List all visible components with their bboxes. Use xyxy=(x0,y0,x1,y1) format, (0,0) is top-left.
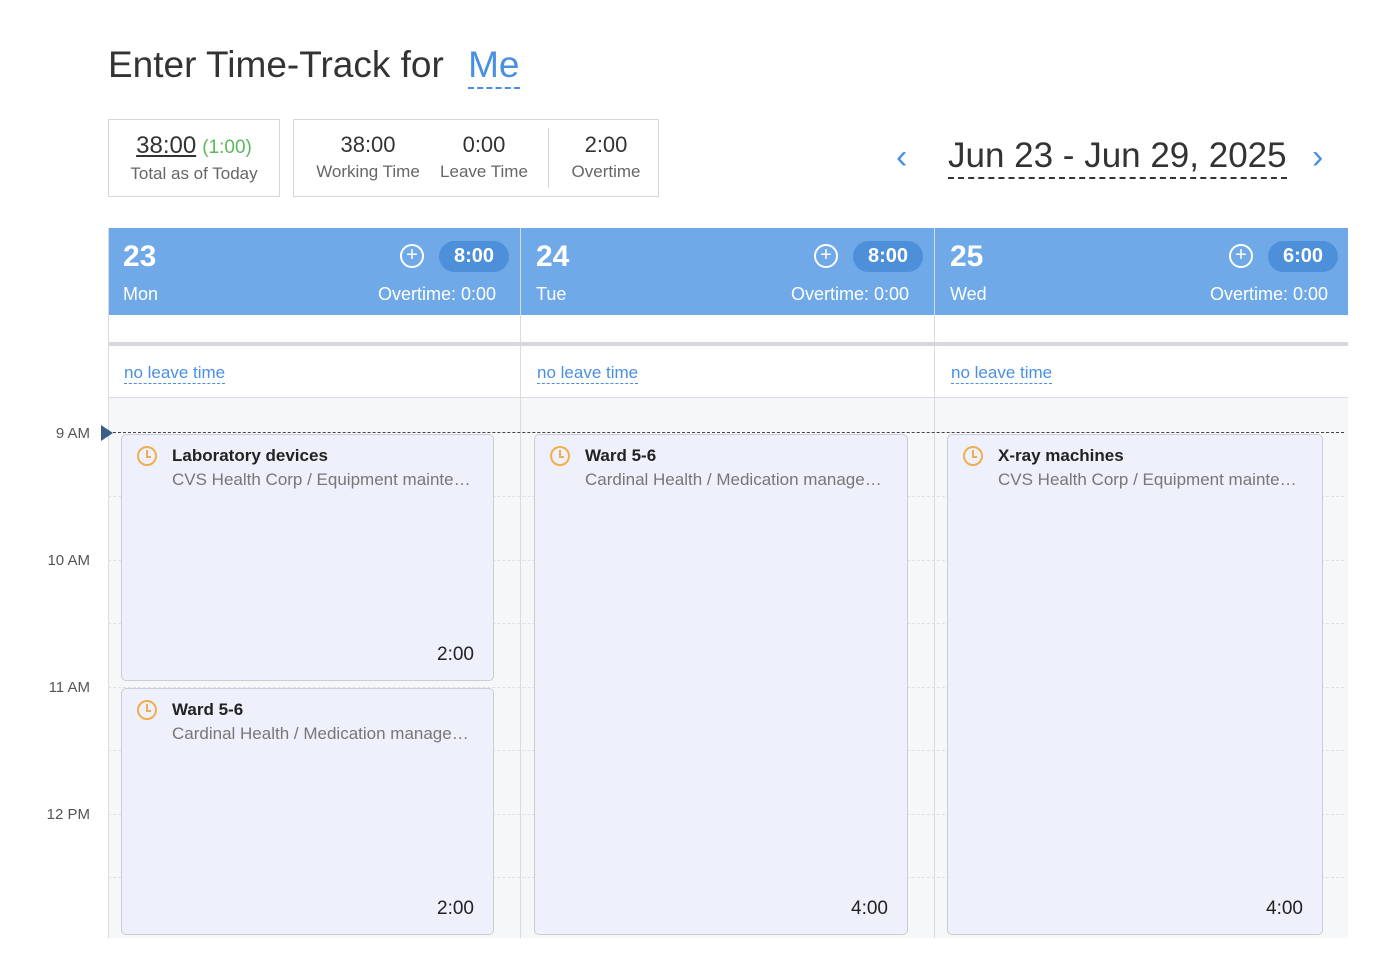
day-header: 23 Mon + 8:00 Overtime: 0:00 xyxy=(108,228,521,315)
leave-time-value: 0:00 xyxy=(462,132,506,157)
day-hours-badge: 8:00 xyxy=(853,241,923,272)
leave-time-stat: 0:00 Leave Time xyxy=(434,132,534,182)
time-entry-card[interactable]: Ward 5-6 Cardinal Health / Medication ma… xyxy=(534,434,908,935)
entry-subtitle: CVS Health Corp / Equipment maintenance xyxy=(998,470,1302,489)
day-hours-badge: 8:00 xyxy=(439,241,509,272)
entry-subtitle: Cardinal Health / Medication management xyxy=(172,724,473,743)
time-entry-card[interactable]: Laboratory devices CVS Health Corp / Equ… xyxy=(121,434,494,681)
entry-title: Ward 5-6 xyxy=(172,700,244,719)
total-hours-link[interactable]: 38:00 xyxy=(136,132,196,159)
leave-row: no leave time xyxy=(935,346,1348,398)
leave-row: no leave time xyxy=(108,346,521,398)
column-separator xyxy=(108,228,109,938)
day-header: 24 Tue + 8:00 Overtime: 0:00 xyxy=(521,228,934,315)
hour-label: 9 AM xyxy=(55,425,90,442)
no-leave-time-link[interactable]: no leave time xyxy=(951,363,1053,384)
date-range-picker[interactable]: Jun 23 - Jun 29, 2025 xyxy=(948,136,1287,179)
column-separator xyxy=(520,228,521,938)
entry-duration: 4:00 xyxy=(1266,898,1303,919)
hour-label: 11 AM xyxy=(48,679,90,696)
no-leave-time-link[interactable]: no leave time xyxy=(537,363,639,384)
all-day-row xyxy=(935,315,1348,343)
overtime-stat: 2:00 Overtime xyxy=(556,132,656,182)
chevron-right-icon[interactable]: › xyxy=(1312,140,1323,174)
time-entry-card[interactable]: X-ray machines CVS Health Corp / Equipme… xyxy=(947,434,1323,935)
add-entry-icon[interactable]: + xyxy=(814,244,838,268)
working-time-stat: 38:00 Working Time xyxy=(312,132,424,182)
entry-duration: 4:00 xyxy=(851,898,888,919)
day-overtime: Overtime: 0:00 xyxy=(790,284,909,304)
entry-duration: 2:00 xyxy=(437,644,474,665)
column-separator xyxy=(934,228,935,938)
entry-title: Laboratory devices xyxy=(172,446,328,465)
day-name: Mon xyxy=(123,284,159,304)
day-name: Tue xyxy=(536,284,567,304)
time-summary: 38:00 Working Time 0:00 Leave Time 2:00 … xyxy=(293,119,659,197)
hour-label: 12 PM xyxy=(46,806,90,823)
total-label: Total as of Today xyxy=(130,164,258,183)
no-leave-time-link[interactable]: no leave time xyxy=(124,363,226,384)
time-entry-card[interactable]: Ward 5-6 Cardinal Health / Medication ma… xyxy=(121,688,494,935)
total-diff: (1:00) xyxy=(202,137,252,158)
page-title: Enter Time-Track for Me xyxy=(108,44,520,89)
working-time-value: 38:00 xyxy=(340,132,396,157)
clock-icon xyxy=(137,700,157,720)
title-prefix: Enter Time-Track for xyxy=(108,44,444,85)
day-number: 23 xyxy=(123,240,157,273)
day-name: Wed xyxy=(950,284,987,304)
add-entry-icon[interactable]: + xyxy=(400,244,424,268)
day-overtime: Overtime: 0:00 xyxy=(377,284,496,304)
total-summary: 38:00 (1:00) Total as of Today xyxy=(108,119,280,197)
leave-time-label: Leave Time xyxy=(440,162,528,181)
hour-label: 10 AM xyxy=(47,552,90,569)
current-time-marker xyxy=(101,425,113,441)
entry-title: Ward 5-6 xyxy=(585,446,657,465)
day-overtime: Overtime: 0:00 xyxy=(1209,284,1328,304)
current-time-line xyxy=(108,432,1344,433)
summary-divider xyxy=(548,128,549,188)
chevron-left-icon[interactable]: ‹ xyxy=(896,140,907,174)
all-day-row xyxy=(521,315,934,343)
leave-row: no leave time xyxy=(521,346,934,398)
working-time-label: Working Time xyxy=(316,162,420,181)
entry-subtitle: Cardinal Health / Medication management xyxy=(585,470,887,489)
all-day-row xyxy=(108,315,521,343)
user-selector[interactable]: Me xyxy=(468,44,520,89)
day-number: 24 xyxy=(536,240,570,273)
clock-icon xyxy=(963,446,983,466)
clock-icon xyxy=(550,446,570,466)
add-entry-icon[interactable]: + xyxy=(1229,244,1253,268)
overtime-label: Overtime xyxy=(571,162,641,181)
overtime-value: 2:00 xyxy=(584,132,628,157)
day-header: 25 Wed + 6:00 Overtime: 0:00 xyxy=(935,228,1348,315)
entry-duration: 2:00 xyxy=(437,898,474,919)
clock-icon xyxy=(137,446,157,466)
day-hours-badge: 6:00 xyxy=(1268,241,1338,272)
entry-subtitle: CVS Health Corp / Equipment maintenance xyxy=(172,470,473,489)
day-number: 25 xyxy=(950,240,984,273)
entry-title: X-ray machines xyxy=(998,446,1124,465)
